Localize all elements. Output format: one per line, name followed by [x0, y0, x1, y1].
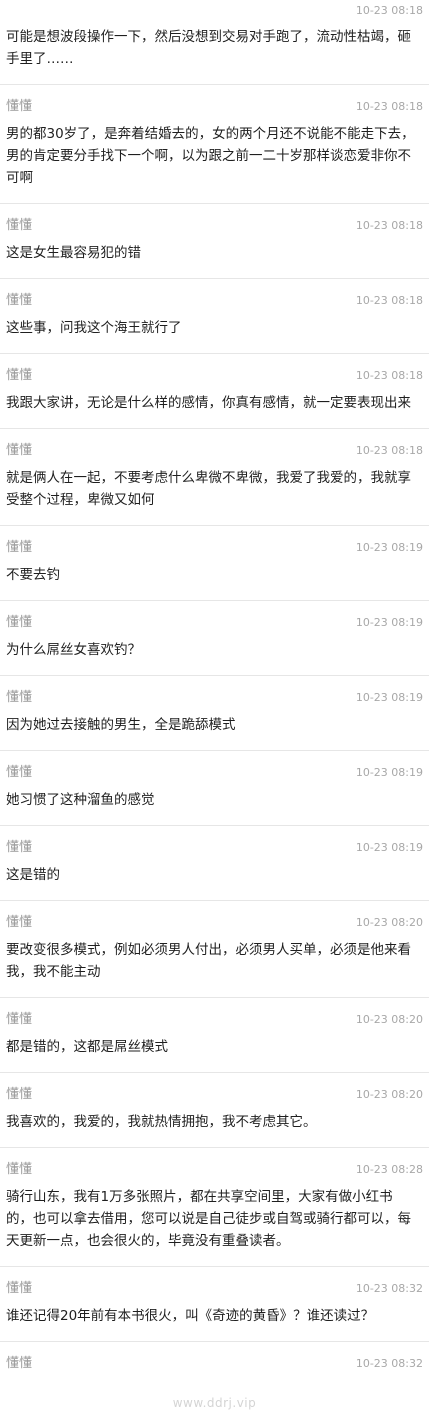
message-item: 懂懂 10-23 08:20 我喜欢的，我爱的，我就热情拥抱，我不考虑其它。 — [0, 1073, 429, 1148]
author-name: 懂懂 — [6, 1356, 33, 1371]
author-name: 懂懂 — [6, 368, 33, 383]
author-name: 懂懂 — [6, 915, 33, 930]
message-text: 要改变很多模式，例如必须男人付出，必须男人买单，必须是他来看我，我不能主动 — [6, 942, 411, 980]
timestamp: 10-23 08:32 — [355, 1282, 423, 1295]
message-item: 懂懂 10-23 08:19 为什么屌丝女喜欢钓？ — [0, 601, 429, 676]
timestamp: 10-23 08:18 — [355, 369, 423, 382]
message-text: 都是错的，这都是屌丝模式 — [6, 1039, 168, 1055]
timestamp: 10-23 08:18 — [355, 219, 423, 232]
message-text: 男的都30岁了，是奔着结婚去的，女的两个月还不说能不能走下去，男的肯定要分手找下… — [6, 126, 415, 186]
message-header: 懂懂 10-23 08:19 — [6, 765, 423, 781]
message-text: 就是俩人在一起，不要考虑什么卑微不卑微，我爱了我爱的，我就享受整个过程，卑微又如… — [6, 470, 411, 508]
timestamp: 10-23 08:19 — [355, 691, 423, 704]
author-name: 懂懂 — [6, 1087, 33, 1102]
message-item: 懂懂 10-23 08:19 这是错的 — [0, 826, 429, 901]
message-header: 懂懂 10-23 08:20 — [6, 1012, 423, 1028]
message-item: 懂懂 10-23 08:19 不要去钓 — [0, 526, 429, 601]
message-header: 懂懂 10-23 08:19 — [6, 615, 423, 631]
message-item: 懂懂 10-23 08:18 就是俩人在一起，不要考虑什么卑微不卑微，我爱了我爱… — [0, 429, 429, 526]
message-text: 不要去钓 — [6, 567, 60, 583]
timestamp: 10-23 08:18 — [355, 444, 423, 457]
message-item: 懂懂 10-23 08:18 这些事，问我这个海王就行了 — [0, 279, 429, 354]
message-header: 懂懂 10-23 08:18 — [6, 293, 423, 309]
message-item: 懂懂 10-23 08:19 因为她过去接触的男生，全是跪舔模式 — [0, 676, 429, 751]
message-header: 懂懂 10-23 08:20 — [6, 915, 423, 931]
author-name: 懂懂 — [6, 765, 33, 780]
author-name: 懂懂 — [6, 615, 33, 630]
author-name: 懂懂 — [6, 99, 33, 114]
timestamp: 10-23 08:18 — [355, 294, 423, 307]
author-name: 懂懂 — [6, 690, 33, 705]
timestamp: 10-23 08:32 — [355, 1357, 423, 1370]
message-text: 她习惯了这种溜鱼的感觉 — [6, 792, 155, 808]
message-item: 懂懂 10-23 08:19 她习惯了这种溜鱼的感觉 — [0, 751, 429, 826]
message-item: 懂懂 10-23 08:20 都是错的，这都是屌丝模式 — [0, 998, 429, 1073]
message-header: 懂懂 10-23 08:18 — [6, 99, 423, 115]
message-text: 为什么屌丝女喜欢钓？ — [6, 642, 141, 658]
author-name: 懂懂 — [6, 218, 33, 233]
timestamp: 10-23 08:20 — [355, 1013, 423, 1026]
message-item: 懂懂 10-23 08:20 要改变很多模式，例如必须男人付出，必须男人买单，必… — [0, 901, 429, 998]
message-item: 懂懂 10-23 08:18 这是女生最容易犯的错 — [0, 204, 429, 279]
message-text: 我跟大家讲，无论是什么样的感情，你真有感情，就一定要表现出来 — [6, 395, 411, 411]
message-text: 谁还记得20年前有本书很火，叫《奇迹的黄昏》？谁还读过？ — [6, 1308, 375, 1324]
timestamp: 10-23 08:20 — [355, 916, 423, 929]
author-name: 懂懂 — [6, 540, 33, 555]
timestamp: 10-23 08:20 — [355, 1088, 423, 1101]
timestamp: 10-23 08:19 — [355, 766, 423, 779]
message-header: 10-23 08:18 — [6, 3, 423, 19]
message-text: 这是女生最容易犯的错 — [6, 245, 141, 261]
message-header: 懂懂 10-23 08:20 — [6, 1087, 423, 1103]
author-name: 懂懂 — [6, 1281, 33, 1296]
author-name: 懂懂 — [6, 1162, 33, 1177]
author-name: 懂懂 — [6, 1012, 33, 1027]
message-text: 可能是想波段操作一下，然后没想到交易对手跑了，流动性枯竭，砸手里了…… — [6, 29, 411, 67]
message-header: 懂懂 10-23 08:19 — [6, 540, 423, 556]
message-item: 懂懂 10-23 08:18 男的都30岁了，是奔着结婚去的，女的两个月还不说能… — [0, 85, 429, 204]
timestamp: 10-23 08:18 — [355, 4, 423, 17]
message-header: 懂懂 10-23 08:18 — [6, 218, 423, 234]
timestamp: 10-23 08:19 — [355, 841, 423, 854]
message-item: 懂懂 10-23 08:18 我跟大家讲，无论是什么样的感情，你真有感情，就一定… — [0, 354, 429, 429]
message-feed: 10-23 08:18 可能是想波段操作一下，然后没想到交易对手跑了，流动性枯竭… — [0, 0, 429, 1394]
message-text: 这些事，问我这个海王就行了 — [6, 320, 182, 336]
author-name: 懂懂 — [6, 840, 33, 855]
watermark: www.ddrj.vip — [172, 1396, 257, 1410]
message-header: 懂懂 10-23 08:32 — [6, 1356, 423, 1372]
timestamp: 10-23 08:18 — [355, 100, 423, 113]
message-header: 懂懂 10-23 08:32 — [6, 1281, 423, 1297]
message-header: 懂懂 10-23 08:18 — [6, 368, 423, 384]
message-header: 懂懂 10-23 08:19 — [6, 840, 423, 856]
message-item: 懂懂 10-23 08:28 骑行山东，我有1万多张照片，都在共享空间里，大家有… — [0, 1148, 429, 1267]
message-item: 懂懂 10-23 08:32 — [0, 1342, 429, 1394]
message-item: 10-23 08:18 可能是想波段操作一下，然后没想到交易对手跑了，流动性枯竭… — [0, 0, 429, 85]
timestamp: 10-23 08:28 — [355, 1163, 423, 1176]
message-item: 懂懂 10-23 08:32 谁还记得20年前有本书很火，叫《奇迹的黄昏》？谁还… — [0, 1267, 429, 1342]
message-text: 因为她过去接触的男生，全是跪舔模式 — [6, 717, 236, 733]
message-text — [6, 1380, 423, 1394]
message-header: 懂懂 10-23 08:18 — [6, 443, 423, 459]
timestamp: 10-23 08:19 — [355, 616, 423, 629]
timestamp: 10-23 08:19 — [355, 541, 423, 554]
author-name: 懂懂 — [6, 293, 33, 308]
message-text: 骑行山东，我有1万多张照片，都在共享空间里，大家有做小红书的，也可以拿去借用，您… — [6, 1189, 411, 1249]
message-header: 懂懂 10-23 08:19 — [6, 690, 423, 706]
author-name: 懂懂 — [6, 443, 33, 458]
message-header: 懂懂 10-23 08:28 — [6, 1162, 423, 1178]
message-text: 我喜欢的，我爱的，我就热情拥抱，我不考虑其它。 — [6, 1114, 317, 1130]
message-text: 这是错的 — [6, 867, 60, 883]
